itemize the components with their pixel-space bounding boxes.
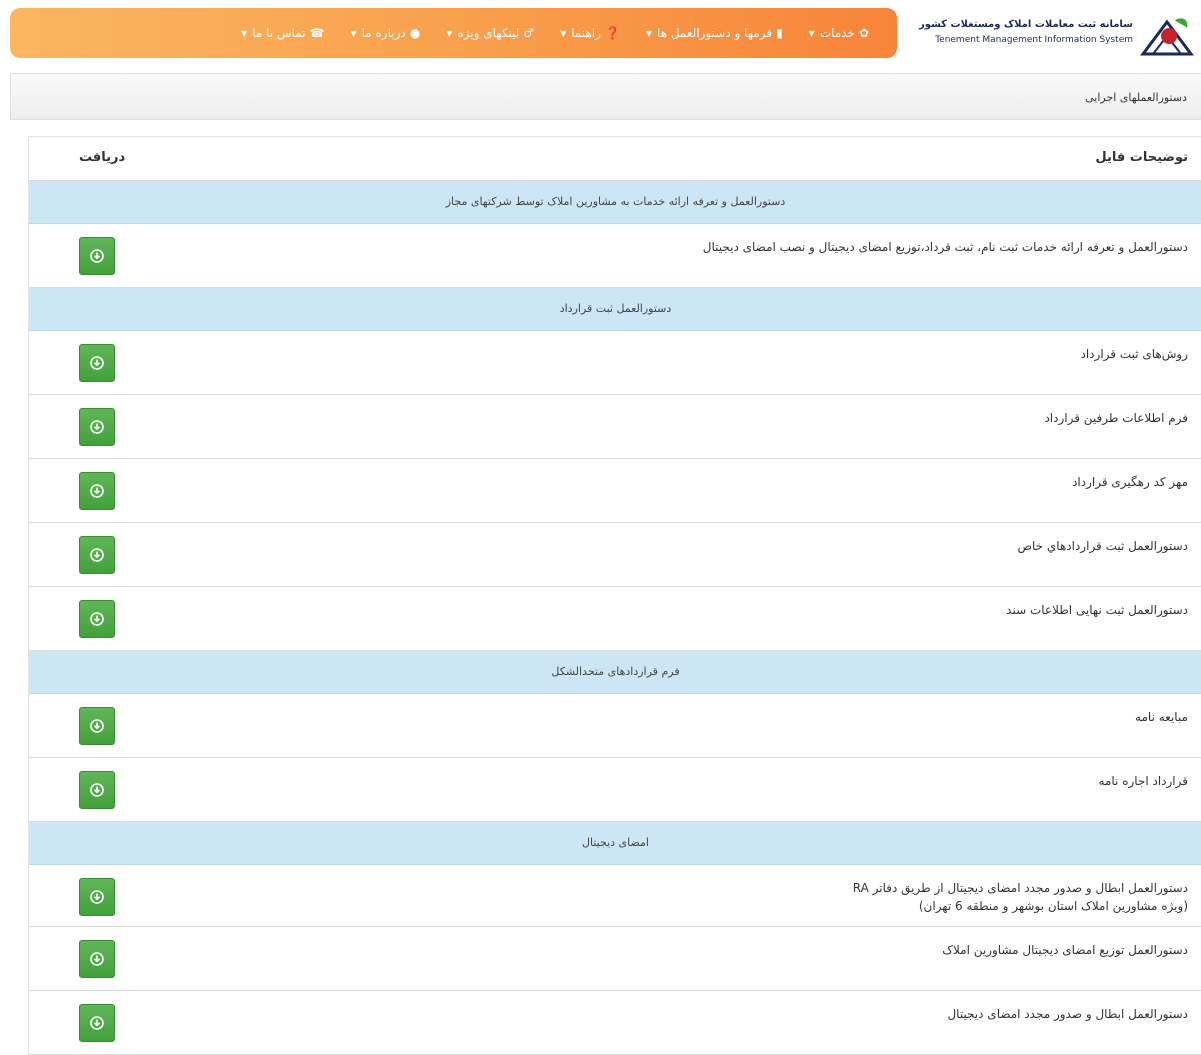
download-button[interactable] (79, 408, 115, 446)
nav-item-3[interactable]: ♂ لینکهای ویژه ▼ (446, 26, 534, 40)
table-row: دستورالعمل ابطال و صدور مجدد امضای دیجیت… (29, 991, 1201, 1055)
file-description: فرم اطلاعات طرفین قرارداد (1044, 409, 1188, 427)
file-description-line: دستورالعمل ثبت قراردادهاي خاص (1017, 539, 1188, 553)
user-icon: ● (409, 26, 421, 40)
nav-item-1[interactable]: ▮ فرمها و دستورالعمل ها ▼ (646, 26, 783, 40)
file-description: دستورالعمل ابطال و صدور مجدد امضای دیجیت… (853, 879, 1188, 915)
file-description-line: دستورالعمل و تعرفه ارائه خدمات ثبت نام، … (702, 240, 1188, 254)
table-row: مهر کد رهگیری قرارداد (29, 459, 1201, 523)
nav-item-5[interactable]: ☎ تماس با ما ▼ (241, 26, 324, 40)
nav-item-label: لینکهای ویژه (457, 26, 520, 40)
download-arrow-icon (90, 484, 104, 498)
download-button[interactable] (79, 472, 115, 510)
file-description-line: قرارداد اجاره نامه (1098, 774, 1188, 788)
file-description-line: روش‌های ثبت قرارداد (1080, 347, 1189, 361)
table-row: دستورالعمل ثبت نهایی اطلاعات سند (29, 587, 1201, 651)
download-arrow-icon (90, 719, 104, 733)
header: ✿ خدمات ▼ ▮ فرمها و دستورالعمل ها ▼ ❓ راهنما ▼ ♂ ل… (0, 0, 1201, 72)
file-description: دستورالعمل توزیع امضای دیجیتال مشاورین ا… (942, 941, 1188, 959)
table-row: دستورالعمل و تعرفه ارائه خدمات ثبت نام، … (29, 224, 1201, 288)
file-description-line: دستورالعمل ابطال و صدور مجدد امضای دیجیت… (947, 1007, 1188, 1021)
file-description-line: دستورالعمل توزیع امضای دیجیتال مشاورین ا… (942, 943, 1188, 957)
breadcrumb-current: دستورالعملهای اجرایی (1085, 91, 1187, 104)
download-button[interactable] (79, 600, 115, 638)
site-logo[interactable]: سامانه ثبت معاملات املاک ومستغلات کشور T… (919, 14, 1195, 62)
column-header-description: توضیحات فایل (1095, 150, 1188, 165)
table-row: دستورالعمل ابطال و صدور مجدد امضای دیجیت… (29, 865, 1201, 927)
table-row: فرم اطلاعات طرفین قرارداد (29, 395, 1201, 459)
question-icon: ❓ (604, 26, 620, 40)
download-button[interactable] (79, 536, 115, 574)
table-row: دستورالعمل توزیع امضای دیجیتال مشاورین ا… (29, 927, 1201, 991)
file-description-line: مهر کد رهگیری قرارداد (1072, 475, 1188, 489)
file-description: مبایعه نامه (1135, 708, 1188, 726)
file-icon: ▮ (776, 26, 783, 40)
file-description-line: فرم اطلاعات طرفین قرارداد (1044, 411, 1188, 425)
group-header-row: دستورالعمل ثبت قرارداد (29, 288, 1201, 331)
caret-down-icon: ▼ (560, 28, 567, 38)
caret-down-icon: ▼ (446, 28, 453, 38)
link-icon: ♂ (523, 26, 535, 40)
nav-item-4[interactable]: ● درباره ما ▼ (350, 26, 420, 40)
table-header: توضیحات فایل دریافت (29, 137, 1201, 181)
nav-item-label: فرمها و دستورالعمل ها (657, 26, 773, 40)
file-description-line: مبایعه نامه (1135, 710, 1188, 724)
file-description-line: (ویژه مشاورین املاک استان بوشهر و منطقه … (918, 899, 1188, 913)
download-arrow-icon (90, 249, 104, 263)
group-header-row: فرم قراردادهای متحدالشکل (29, 651, 1201, 694)
file-description: دستورالعمل ثبت نهایی اطلاعات سند (1006, 601, 1188, 619)
column-header-download: دریافت (79, 150, 126, 165)
nav-item-0[interactable]: ✿ خدمات ▼ (809, 26, 869, 40)
table-row: دستورالعمل ثبت قراردادهاي خاص (29, 523, 1201, 587)
download-arrow-icon (90, 890, 104, 904)
file-description: دستورالعمل ابطال و صدور مجدد امضای دیجیت… (947, 1005, 1188, 1023)
download-button[interactable] (79, 344, 115, 382)
download-arrow-icon (90, 952, 104, 966)
file-description: مهر کد رهگیری قرارداد (1072, 473, 1188, 491)
nav-item-label: خدمات (819, 26, 855, 40)
download-button[interactable] (79, 878, 115, 916)
file-description: دستورالعمل و تعرفه ارائه خدمات ثبت نام، … (703, 238, 1188, 256)
download-button[interactable] (79, 1004, 115, 1042)
breadcrumb: دستورالعملهای اجرایی (10, 73, 1201, 120)
group-header-row: امضای دیجیتال (29, 822, 1201, 865)
gear-icon: ✿ (858, 26, 869, 40)
documents-table: توضیحات فایل دریافت دستورالعمل و تعرفه ا… (28, 136, 1201, 1055)
nav-item-label: راهنما (571, 26, 601, 40)
main-navbar: ✿ خدمات ▼ ▮ فرمها و دستورالعمل ها ▼ ❓ راهنما ▼ ♂ ل… (10, 8, 897, 58)
file-description-line: دستورالعمل ابطال و صدور مجدد امضای دیجیت… (852, 881, 1188, 895)
nav-item-label: تماس با ما (252, 26, 306, 40)
table-body: دستورالعمل و تعرفه ارائه خدمات به مشاوری… (29, 181, 1201, 1055)
file-description-line: دستورالعمل ثبت نهایی اطلاعات سند (1006, 603, 1188, 617)
table-row: روش‌های ثبت قرارداد (29, 331, 1201, 395)
download-arrow-icon (90, 420, 104, 434)
file-description: روش‌های ثبت قرارداد (1081, 345, 1189, 363)
caret-down-icon: ▼ (808, 28, 815, 38)
download-button[interactable] (79, 940, 115, 978)
table-row: قرارداد اجاره نامه (29, 758, 1201, 822)
file-description: قرارداد اجاره نامه (1099, 772, 1188, 790)
caret-down-icon: ▼ (350, 28, 357, 38)
download-arrow-icon (90, 356, 104, 370)
logo-title-en: Tenement Management Information System (935, 35, 1133, 45)
logo-emblem-icon (1140, 18, 1194, 56)
logo-title-fa: سامانه ثبت معاملات املاک ومستغلات کشور (918, 19, 1133, 30)
download-button[interactable] (79, 237, 115, 275)
download-arrow-icon (90, 548, 104, 562)
download-arrow-icon (90, 783, 104, 797)
phone-icon: ☎ (309, 26, 325, 40)
download-button[interactable] (79, 707, 115, 745)
download-arrow-icon (90, 612, 104, 626)
download-arrow-icon (90, 1016, 104, 1030)
file-description: دستورالعمل ثبت قراردادهاي خاص (1018, 537, 1188, 555)
group-header-row: دستورالعمل و تعرفه ارائه خدمات به مشاوری… (29, 181, 1201, 224)
download-button[interactable] (79, 771, 115, 809)
table-row: مبایعه نامه (29, 694, 1201, 758)
caret-down-icon: ▼ (645, 28, 653, 38)
caret-down-icon: ▼ (241, 28, 248, 38)
nav-item-2[interactable]: ❓ راهنما ▼ (560, 26, 620, 40)
nav-item-label: درباره ما (361, 26, 406, 40)
